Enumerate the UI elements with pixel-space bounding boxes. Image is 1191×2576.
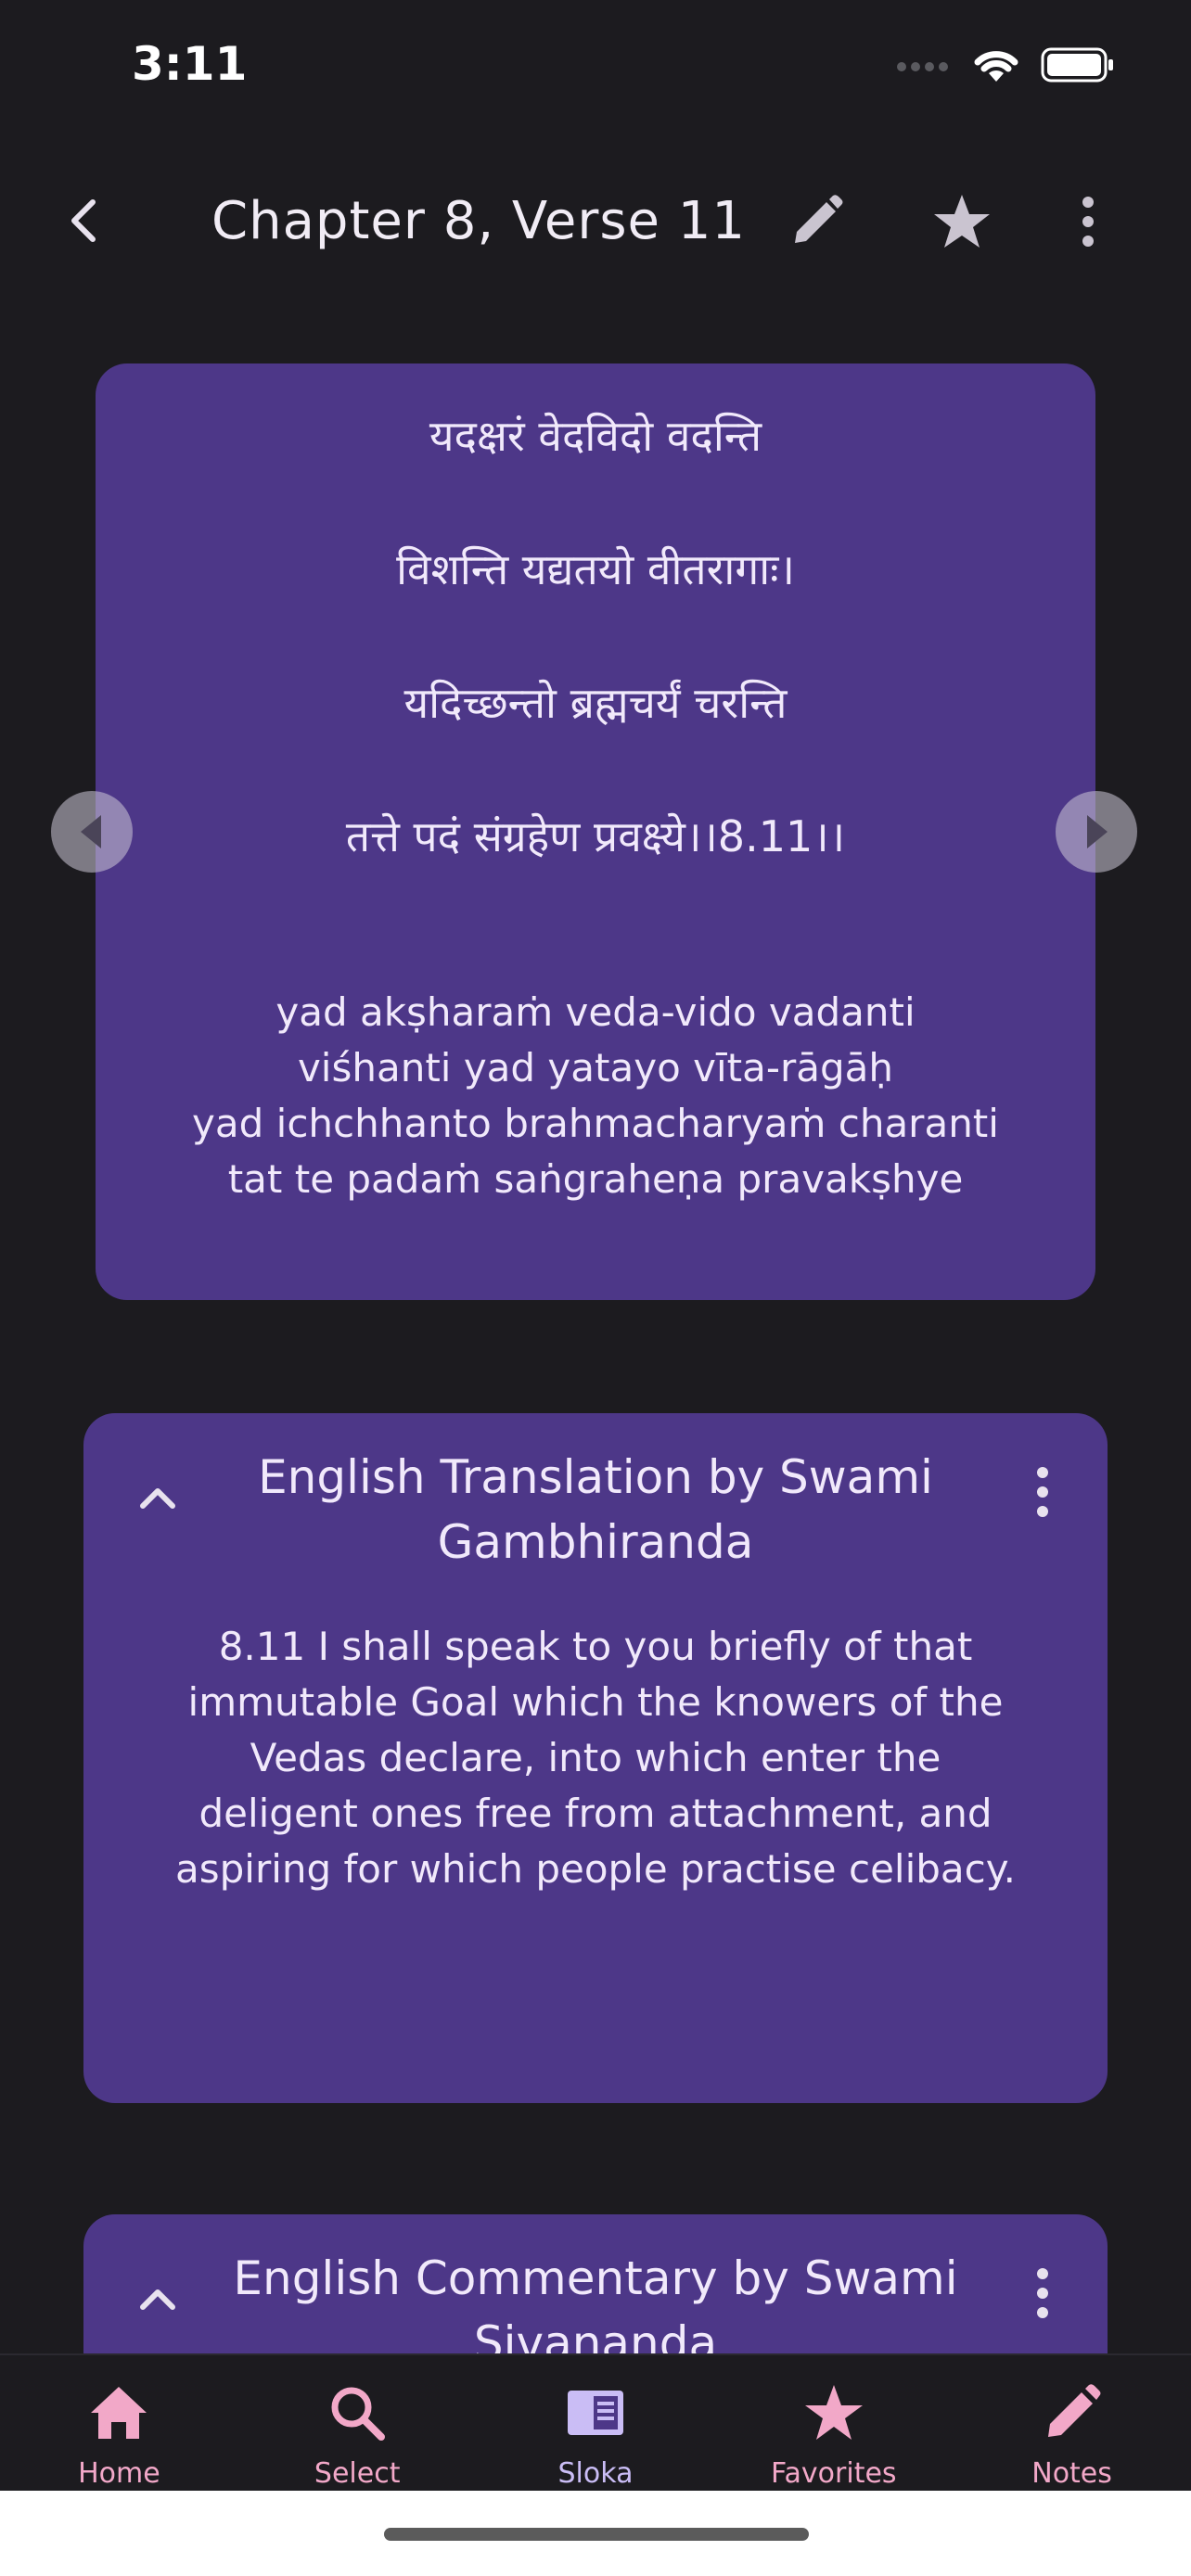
- sanskrit-line: यदक्षरं वेदविदो वदन्ति: [429, 411, 762, 461]
- home-indicator-area: [0, 2491, 1191, 2576]
- more-vertical-icon[interactable]: [1033, 1460, 1052, 1524]
- previous-verse-button[interactable]: [51, 791, 133, 873]
- nav-item-select[interactable]: Select: [238, 2355, 477, 2493]
- transliteration-line: tat te padaṁ saṅgraheṇa pravakṣhye: [227, 1156, 964, 1202]
- wifi-icon: [974, 51, 1018, 82]
- transliteration-line: yad ichchhanto brahmacharyaṁ charanti: [192, 1101, 999, 1146]
- page-title: Chapter 8, Verse 11: [211, 191, 747, 251]
- home-indicator[interactable]: [384, 2528, 809, 2541]
- sanskrit-line: विशन्ति यद्यतयो वीतरागाः।: [396, 544, 795, 594]
- nav-label: Home: [78, 2457, 160, 2490]
- transliteration-line: viśhanti yad yatayo vīta-rāgāḥ: [297, 1045, 894, 1090]
- nav-label: Select: [314, 2457, 401, 2490]
- transliteration: yad akṣharaṁ veda-vido vadanti viśhanti …: [96, 985, 1095, 1207]
- star-icon[interactable]: [929, 189, 994, 254]
- triangle-left-icon: [81, 815, 101, 848]
- next-verse-button[interactable]: [1056, 791, 1137, 873]
- triangle-right-icon: [1087, 815, 1108, 848]
- back-arrow-icon[interactable]: [58, 193, 113, 249]
- nav-item-sloka[interactable]: Sloka: [477, 2355, 715, 2493]
- status-icons: [896, 46, 1115, 83]
- status-bar: 3:11: [0, 0, 1191, 139]
- sanskrit-line: तत्ते पदं संग्रहेण प्रवक्ष्ये।।8.11।।: [345, 811, 846, 861]
- verse-card: यदक्षरं वेदविदो वदन्ति विशन्ति यद्यतयो व…: [96, 363, 1095, 1300]
- nav-item-notes[interactable]: Notes: [953, 2355, 1191, 2493]
- chevron-up-icon[interactable]: [130, 1471, 186, 1526]
- search-icon: [331, 2387, 386, 2441]
- nav-item-home[interactable]: Home: [0, 2355, 238, 2493]
- book-icon: [567, 2391, 623, 2435]
- status-time: 3:11: [132, 37, 248, 91]
- sanskrit-line: यदिच्छन्तो ब्रह्मचर्यं चरन्ति: [403, 678, 788, 728]
- more-vertical-icon[interactable]: [1074, 189, 1102, 254]
- translation-body: 8.11 I shall speak to you briefly of tha…: [175, 1624, 1016, 1892]
- bottom-navigation: Home Select Sloka Favorites Notes: [0, 2353, 1191, 2493]
- battery-icon: [1041, 47, 1113, 83]
- app-bar: Chapter 8, Verse 11: [0, 158, 1191, 287]
- nav-label: Notes: [1031, 2457, 1112, 2490]
- star-icon: [804, 2385, 863, 2440]
- nav-label: Sloka: [557, 2457, 634, 2490]
- more-vertical-icon[interactable]: [1033, 2261, 1052, 2326]
- chevron-up-icon[interactable]: [130, 2272, 186, 2327]
- transliteration-line: yad akṣharaṁ veda-vido vadanti: [275, 989, 916, 1035]
- translation-card: English Translation by Swami Gambhiranda…: [83, 1413, 1108, 2103]
- nav-label: Favorites: [771, 2457, 897, 2490]
- nav-item-favorites[interactable]: Favorites: [714, 2355, 953, 2493]
- translation-title: English Translation by Swami Gambhiranda: [258, 1450, 933, 1569]
- cellular-signal-icon: [897, 62, 948, 71]
- pencil-icon[interactable]: [784, 189, 849, 254]
- home-icon: [91, 2387, 147, 2439]
- pencil-icon: [1047, 2384, 1101, 2437]
